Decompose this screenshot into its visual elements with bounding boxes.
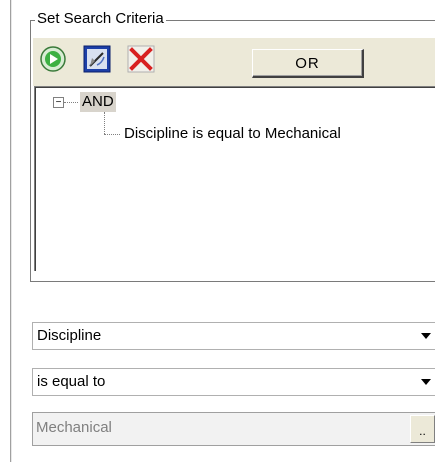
chevron-down-icon[interactable] xyxy=(417,369,435,395)
tree-node-condition[interactable]: Discipline is equal to Mechanical xyxy=(124,124,341,144)
collapse-icon[interactable]: − xyxy=(53,97,64,108)
criteria-tree[interactable] xyxy=(34,86,435,271)
run-icon xyxy=(39,45,67,77)
groupbox-title: Set Search Criteria xyxy=(35,9,166,29)
edit-criteria-button[interactable] xyxy=(82,45,112,77)
edit-criteria-icon xyxy=(83,45,111,77)
tree-connector xyxy=(64,102,78,103)
or-button[interactable]: OR xyxy=(252,49,364,78)
delete-criteria-button[interactable] xyxy=(126,45,156,77)
delete-icon xyxy=(127,45,155,77)
operator-dropdown-value: is equal to xyxy=(37,373,106,390)
run-search-button[interactable] xyxy=(38,46,68,76)
property-dropdown-value: Discipline xyxy=(37,327,102,344)
browse-value-button[interactable]: .. xyxy=(410,415,435,443)
tree-connector xyxy=(104,134,120,135)
value-field-text: Mechanical xyxy=(36,419,112,436)
panel-border-highlight xyxy=(11,0,12,462)
chevron-down-icon[interactable] xyxy=(417,323,435,349)
tree-node-and[interactable]: AND xyxy=(80,92,116,112)
tree-connector xyxy=(104,112,105,134)
